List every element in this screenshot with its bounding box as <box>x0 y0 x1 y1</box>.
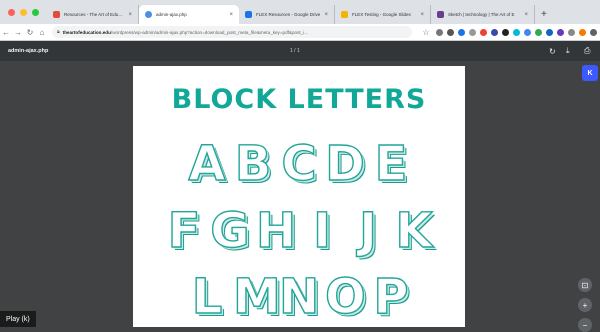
block-letter: K <box>395 202 434 259</box>
pdf-page-indicator: 1 / 1 <box>290 48 300 54</box>
tab-flex-resources[interactable]: FLEX Resources - Google Drive × <box>239 5 335 24</box>
play-tooltip: Play (k) <box>0 311 36 327</box>
close-tab-icon[interactable]: × <box>524 12 528 18</box>
url-path: /wordpress/wp-admin/admin-ajax.php?actio… <box>110 29 309 35</box>
block-letter: L <box>191 268 223 325</box>
tab-title: admin-ajax.php <box>156 12 187 17</box>
block-letter: B <box>234 135 272 192</box>
tab-title: FLEX Resources - Google Drive <box>256 12 321 17</box>
zoom-in-icon[interactable]: + <box>578 298 592 312</box>
tab-favicon-icon <box>437 11 444 18</box>
block-letter: E <box>374 135 408 192</box>
block-letter: C <box>281 135 318 192</box>
extension-icon[interactable] <box>579 28 586 36</box>
block-letter: M <box>232 268 281 325</box>
extension-icon[interactable] <box>535 28 542 36</box>
letter-row: A B C D E <box>133 135 465 192</box>
extension-icon[interactable] <box>436 28 443 36</box>
extension-icon[interactable] <box>480 28 487 36</box>
close-window-button[interactable] <box>8 8 15 16</box>
block-letter: A <box>188 135 227 192</box>
tab-sketch[interactable]: Sketch | technology | The Art of E × <box>431 5 535 24</box>
close-tab-icon[interactable]: × <box>128 12 132 18</box>
address-bar[interactable]: 🔒︎ theartofeducation.edu /wordpress/wp-a… <box>52 26 412 38</box>
block-letter: G <box>210 202 251 259</box>
close-tab-icon[interactable]: × <box>420 12 424 18</box>
block-letter: D <box>324 135 365 192</box>
tab-title: FLEX Testing - Google Slides <box>352 12 411 17</box>
extensions-bar: ☆ <box>420 28 597 37</box>
document-heading: BLOCK LETTERS <box>171 84 427 115</box>
print-icon[interactable]: ⎙ <box>584 46 590 56</box>
extension-icon[interactable] <box>513 28 520 36</box>
extension-icon[interactable] <box>568 28 575 36</box>
extension-icon[interactable] <box>491 28 498 36</box>
zoom-out-icon[interactable]: − <box>578 318 592 332</box>
forward-icon[interactable]: → <box>12 28 24 37</box>
letter-row: F G H I J K <box>133 202 465 259</box>
tab-favicon-icon <box>53 11 60 18</box>
lock-icon: 🔒︎ <box>57 29 60 35</box>
tab-favicon-icon <box>145 11 152 18</box>
extension-icon[interactable] <box>447 28 454 36</box>
block-letter: J <box>358 202 377 259</box>
window-controls <box>0 0 47 24</box>
home-icon[interactable]: ⌂ <box>36 28 48 37</box>
tab-title: Resources - The Art of Education U <box>64 12 125 17</box>
url-host: theartofeducation.edu <box>62 29 111 35</box>
fit-page-icon[interactable]: ⊡ <box>578 278 592 292</box>
tab-flex-testing[interactable]: FLEX Testing - Google Slides × <box>335 5 431 24</box>
extension-icon[interactable] <box>502 28 509 36</box>
pdf-toolbar: admin-ajax.php 1 / 1 ↻ ⤓ ⎙ <box>0 41 600 61</box>
pdf-file-title: admin-ajax.php <box>8 48 49 54</box>
extension-icon[interactable] <box>524 28 531 36</box>
download-icon[interactable]: ⤓ <box>566 46 570 56</box>
minimize-window-button[interactable] <box>20 8 27 16</box>
block-letter: H <box>255 202 297 259</box>
maximize-window-button[interactable] <box>32 8 39 16</box>
block-letter: F <box>167 202 201 259</box>
block-letter: P <box>373 268 410 325</box>
profile-avatar[interactable] <box>590 28 597 36</box>
close-tab-icon[interactable]: × <box>324 12 328 18</box>
block-letter: N <box>278 268 320 325</box>
browser-toolbar: ← → ↻ ⌂ 🔒︎ theartofeducation.edu /wordpr… <box>0 24 600 41</box>
back-icon[interactable]: ← <box>0 28 12 37</box>
close-tab-icon[interactable]: × <box>229 12 233 18</box>
block-letter: I <box>312 202 331 259</box>
letter-row: L M N O P <box>133 268 465 325</box>
tab-resources[interactable]: Resources - The Art of Education U × <box>47 5 139 24</box>
extension-icon[interactable] <box>546 28 553 36</box>
star-icon[interactable]: ☆ <box>420 28 432 37</box>
pdf-page: BLOCK LETTERS A B C D E F G H I J K L M … <box>133 66 465 327</box>
extension-icon[interactable] <box>469 28 476 36</box>
tab-title: Sketch | technology | The Art of E <box>448 12 515 17</box>
browser-tab-strip: Resources - The Art of Education U × adm… <box>0 0 600 24</box>
drive-icon <box>245 11 252 18</box>
extension-icon[interactable] <box>458 28 465 36</box>
reload-icon[interactable]: ↻ <box>24 28 36 37</box>
extension-k-button[interactable]: K <box>582 65 598 81</box>
tab-admin-ajax[interactable]: admin-ajax.php × <box>139 5 239 24</box>
block-letter: O <box>324 268 366 325</box>
extension-icon[interactable] <box>557 28 564 36</box>
new-tab-button[interactable]: + <box>535 5 553 24</box>
slides-icon <box>341 11 348 18</box>
rotate-icon[interactable]: ↻ <box>549 47 556 56</box>
